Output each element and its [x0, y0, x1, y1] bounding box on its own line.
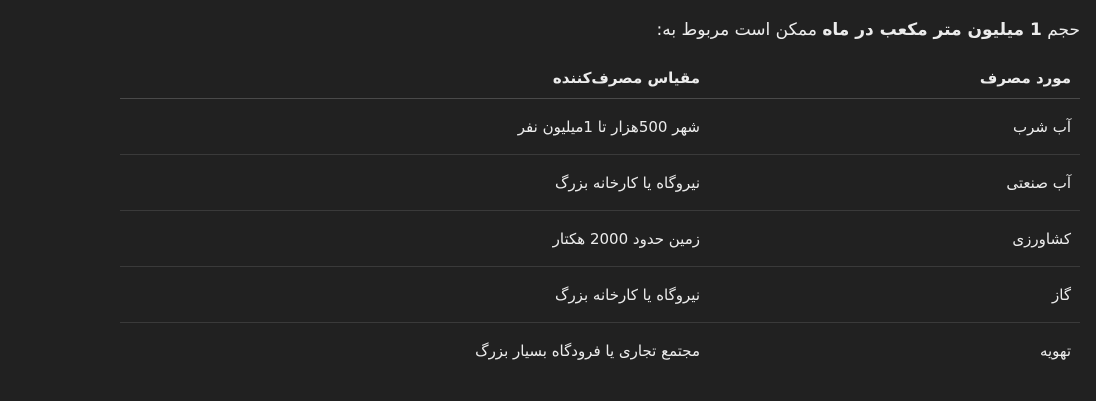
usage-type-cell: آب صنعتی — [709, 154, 1080, 211]
intro-bold: 1 میلیون متر مکعب در ماه — [822, 20, 1042, 40]
usage-type-cell: تهویه — [1039, 341, 1071, 360]
consumer-scale-cell: نیروگاه یا کارخانه بزرگ — [120, 154, 709, 211]
table-row: گاز نیروگاه یا کارخانه بزرگ — [120, 266, 1080, 323]
intro-prefix: حجم — [1041, 20, 1080, 40]
intro-text: حجم 1 میلیون متر مکعب در ماه ممکن است مر… — [657, 16, 1081, 44]
usage-type-cell: کشاورزی — [709, 210, 1080, 267]
consumer-scale-cell: شهر 500هزار تا 1میلیون نفر — [120, 98, 709, 155]
intro-suffix: ممکن است مربوط به: — [656, 20, 823, 40]
table-row: تهویه مجتمع تجاری یا فرودگاه بسیار بزرگ — [120, 323, 1080, 379]
consumer-scale-cell: زمین حدود 2000 هکتار — [120, 210, 709, 267]
table-row: کشاورزی زمین حدود 2000 هکتار — [120, 210, 1080, 267]
table-header-row: مورد مصرف مقیاس مصرف‌کننده — [120, 58, 1080, 99]
header-usage-type: مورد مصرف — [709, 58, 1080, 99]
usage-type-cell: گاز — [709, 266, 1080, 323]
usage-type-cell: آب شرب — [709, 98, 1080, 155]
consumer-scale-cell: مجتمع تجاری یا فرودگاه بسیار بزرگ — [475, 341, 700, 360]
table-row: آب صنعتی نیروگاه یا کارخانه بزرگ — [120, 154, 1080, 211]
header-consumer-scale: مقیاس مصرف‌کننده — [120, 58, 709, 99]
message-content: حجم 1 میلیون متر مکعب در ماه ممکن است مر… — [0, 0, 1096, 401]
consumer-scale-cell: نیروگاه یا کارخانه بزرگ — [120, 266, 709, 323]
consumption-table: مورد مصرف مقیاس مصرف‌کننده آب شرب شهر 50… — [120, 58, 1080, 378]
table-row: آب شرب شهر 500هزار تا 1میلیون نفر — [120, 98, 1080, 155]
